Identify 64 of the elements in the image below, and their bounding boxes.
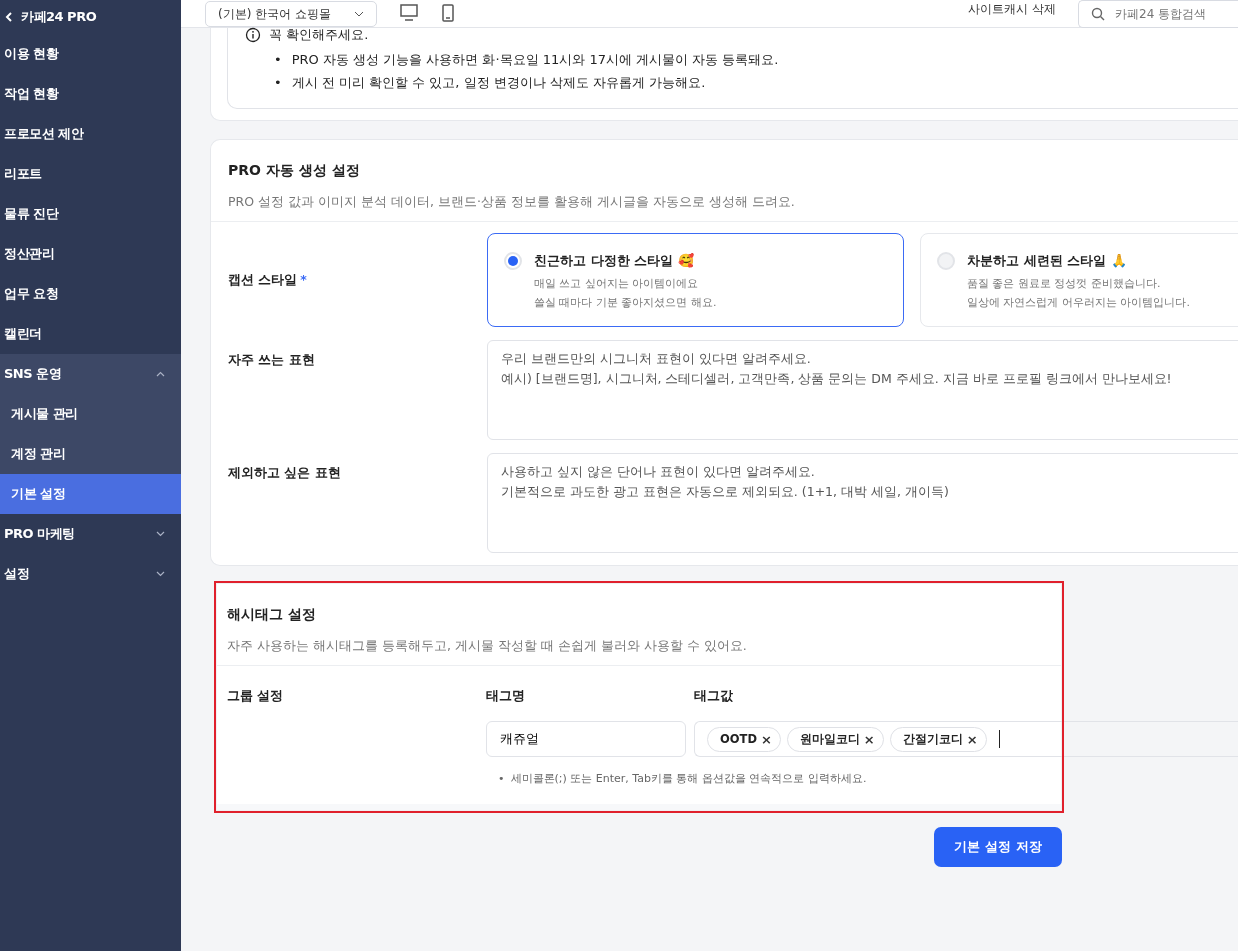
column-heading: 태그값 [694, 688, 733, 705]
cache-clear-button[interactable]: 사이트캐시 삭제 [968, 1, 1056, 18]
notice-title: 꼭 확인해주세요. [269, 26, 369, 44]
sidebar-item[interactable]: 물류 진단 [0, 194, 181, 234]
bullet-mark: • [274, 74, 282, 92]
back-link[interactable]: 카페24 PRO [0, 0, 181, 34]
notice-text: PRO 자동 생성 기능을 사용하면 화·목요일 11시와 17시에 게시물이 자동 등록돼요. [291, 51, 779, 69]
field-label: 제외하고 싶은 표현 [228, 464, 342, 482]
section-title: PRO 자동 생성 설정 [228, 162, 361, 180]
tag-value-field[interactable]: OOTD × 원마일코디 × 간절기코디 × [694, 721, 1238, 757]
sidebar-item[interactable]: 작업 현황 [0, 74, 181, 114]
chevron-icon [156, 531, 165, 537]
sidebar-group[interactable]: SNS 운영 [0, 354, 181, 394]
sidebar-item[interactable]: 정산관리 [0, 234, 181, 274]
sidebar-group[interactable]: PRO 마케팅 [0, 514, 181, 554]
chevron-icon [156, 371, 165, 377]
option-description: 매일 쓰고 싶어지는 아이템이에요 [534, 276, 700, 292]
search-icon [1091, 7, 1105, 21]
radio-button[interactable] [937, 252, 955, 270]
option-title: 차분하고 세련된 스타일 🙏 [967, 252, 1128, 270]
tag-name-field[interactable]: 캐쥬얼 [486, 721, 686, 757]
style-option-card[interactable]: 친근하고 다정한 스타일 🥰 매일 쓰고 싶어지는 아이템이에요 쓸실 때마다 기분 좋아지셨으면 해요. [487, 233, 904, 327]
style-option-card[interactable]: 차분하고 세련된 스타일 🙏 품질 좋은 원료로 정성껏 준비했습니다. 일상에 자연스럽게 어우러지는 아이템입니다. [920, 233, 1238, 327]
option-description: 쓸실 때마다 기분 좋아지셨으면 해요. [534, 295, 717, 311]
option-description: 일상에 자연스럽게 어우러지는 아이템입니다. [967, 295, 1190, 311]
back-chevron-icon [5, 12, 13, 22]
sidebar-item[interactable]: 이용 현황 [0, 34, 181, 74]
text-area[interactable]: 사용하고 싶지 않은 단어나 표현이 있다면 알려주세요. 기본적으로 과도한 광고 표현은 자동으로 제외되요. (1+1, 대박 세일, 개이득) [487, 453, 1238, 553]
bullet-mark: • [498, 772, 505, 785]
option-title: 친근하고 다정한 스타일 🥰 [534, 252, 695, 270]
shop-dropdown[interactable]: (기본) 한국어 쇼핑몰 [205, 1, 377, 27]
sidebar-item[interactable]: 업무 요청 [0, 274, 181, 314]
section-description: 자주 사용하는 해시태그를 등록해두고, 게시물 작성할 때 손쉽게 불러와 사용할 수 있어요. [227, 638, 748, 655]
sidebar-subitem[interactable]: 계정 관리 [0, 434, 181, 474]
remove-tag-button[interactable]: × [760, 731, 772, 747]
sidebar-subitem[interactable]: 게시물 관리 [0, 394, 181, 434]
sidebar-item[interactable]: 리포트 [0, 154, 181, 194]
notice-text: 게시 전 미리 확인할 수 있고, 일정 변경이나 삭제도 자유롭게 가능해요. [291, 74, 706, 92]
radio-button[interactable] [504, 252, 522, 270]
field-label: 그룹 설정 [227, 688, 285, 705]
text-cursor [998, 730, 1000, 748]
section-title: 해시태그 설정 [227, 606, 317, 624]
caret-icon [354, 11, 364, 17]
mobile-icon[interactable] [441, 4, 455, 22]
search-box[interactable]: 카페24 통합검색 [1078, 0, 1238, 28]
sidebar-item[interactable]: 캘린더 [0, 314, 181, 354]
chevron-icon [156, 571, 165, 577]
remove-tag-button[interactable]: × [966, 731, 978, 747]
remove-tag-button[interactable]: × [863, 731, 875, 747]
monitor-icon[interactable] [399, 4, 419, 22]
bullet-mark: • [274, 51, 282, 69]
section-description: PRO 설정 값과 이미지 분석 데이터, 브랜드·상품 정보를 활용해 게시글을 자동으로 생성해 드려요. [228, 194, 796, 211]
column-heading: 태그명 [486, 688, 526, 705]
text-area[interactable]: 우리 브랜드만의 시그니처 표현이 있다면 알려주세요. 예시) [브랜드명], 시그니처, 스테디셀러, 고객만족, 상품 문의는 DM 주세요. 지금 바로 프로필 링크에서 만나보세요! [487, 340, 1238, 440]
sidebar-item[interactable]: 프로모션 제안 [0, 114, 181, 154]
info-icon [245, 27, 261, 43]
save-button[interactable]: 기본 설정 저장 [934, 827, 1062, 867]
sidebar-subitem[interactable]: 기본 설정 [0, 474, 181, 514]
sidebar-group[interactable]: 설정 [0, 554, 181, 594]
hint-text: 세미콜론(;) 또는 Enter, Tab키를 통해 옵션값을 연속적으로 입력하세요. [510, 772, 867, 785]
option-description: 품질 좋은 원료로 정성껏 준비했습니다. [967, 276, 1162, 292]
required-mark: * [300, 271, 307, 287]
field-label: 자주 쓰는 표현 [228, 351, 316, 369]
field-label: 캡션 스타일 * [228, 271, 308, 289]
